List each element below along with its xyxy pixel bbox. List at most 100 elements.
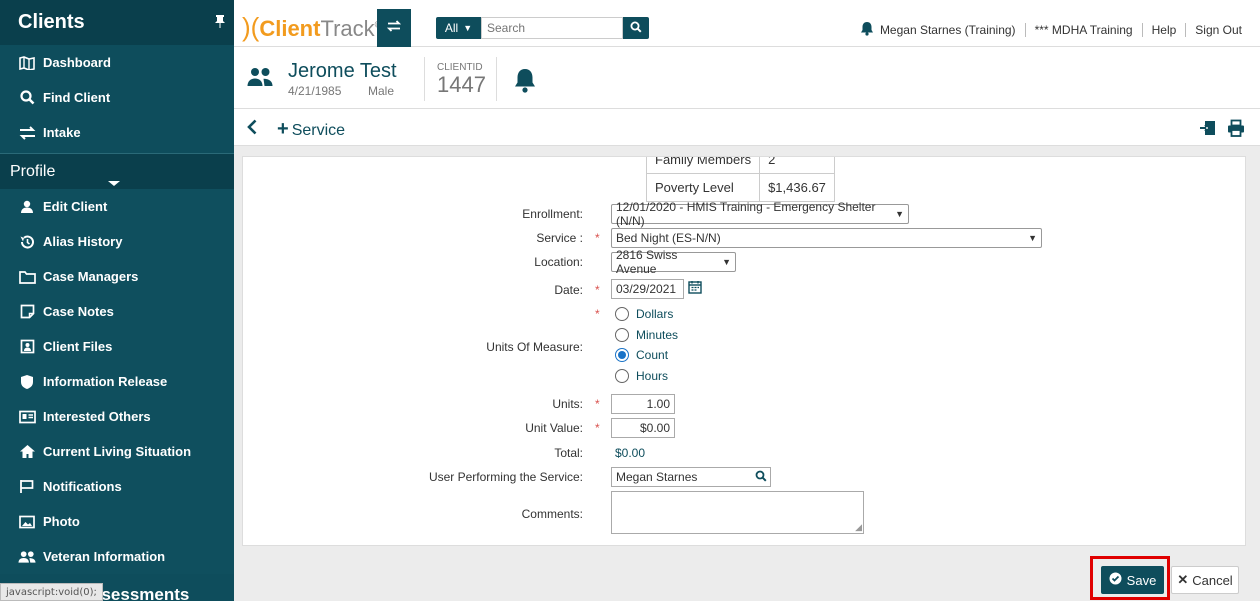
note-icon [18,304,36,320]
sign-out-link[interactable]: Sign Out [1195,23,1242,37]
client-dob: 4/21/1985 [288,84,342,98]
sidebar-item-alias-history[interactable]: Alias History [0,224,234,259]
required-marker: * [595,421,600,435]
sidebar-item-intake[interactable]: Intake [0,115,234,150]
sidebar-item-current-living-situation[interactable]: Current Living Situation [0,434,234,469]
chevron-down-icon: ▼ [722,257,731,267]
table-cell-label: Poverty Level [645,173,761,202]
cancel-button[interactable]: ✕ Cancel [1171,566,1239,594]
sidebar-item-label: Interested Others [43,409,151,424]
org-link[interactable]: *** MDHA Training [1035,23,1133,37]
radio-label: Count [636,348,669,362]
sidebar-item-label: Photo [43,514,80,529]
logo-mark-icon: )( [242,12,260,42]
back-chevron-icon[interactable] [247,119,257,140]
sidebar-item-veteran-information[interactable]: Veteran Information [0,539,234,574]
units-label: Units: [552,397,583,411]
help-link[interactable]: Help [1152,23,1177,37]
sidebar-item-client-files[interactable]: Client Files [0,329,234,364]
client-name[interactable]: Jerome Test [288,60,397,83]
check-circle-icon [1109,572,1122,588]
exchange-icon [18,125,36,141]
required-marker: * [595,397,600,411]
table-row: Poverty Level $1,436.67 [645,173,835,202]
table-cell-value: 2 [759,157,835,174]
service-value: Bed Night (ES-N/N) [616,231,721,245]
units-input[interactable]: 1.00 [611,394,675,414]
sidebar-item-label: Case Notes [43,304,114,319]
user-name-link[interactable]: Megan Starnes (Training) [880,23,1016,37]
chevron-down-icon: ▼ [895,209,904,219]
switch-button[interactable] [377,9,411,47]
divider [1185,23,1187,37]
map-icon [18,55,36,71]
radio-count[interactable]: Count [615,348,668,362]
calendar-icon[interactable] [688,280,702,297]
people-icon [247,67,273,90]
sidebar-item-dashboard[interactable]: Dashboard [0,45,234,80]
sidebar-item-photo[interactable]: Photo [0,504,234,539]
comments-textarea[interactable]: ◢ [611,491,864,534]
service-label: Service : [536,231,583,245]
sidebar-item-label: Current Living Situation [43,444,192,459]
flag-icon [18,479,36,495]
service-form-panel: Family Members 2 Poverty Level $1,436.67… [242,156,1246,546]
cancel-label: Cancel [1192,572,1233,588]
sidebar-item-find-client[interactable]: Find Client [0,80,234,115]
sidebar-item-case-notes[interactable]: Case Notes [0,294,234,329]
resize-handle-icon[interactable]: ◢ [855,522,862,533]
table-row: Family Members 2 [645,157,835,174]
sidebar-item-information-release[interactable]: Information Release [0,364,234,399]
save-label: Save [1126,572,1157,588]
search-button[interactable] [623,17,649,39]
location-select[interactable]: 2816 Swiss Avenue ▼ [611,248,736,276]
sidebar-profile-header[interactable]: Profile [0,153,234,189]
total-label: Total: [554,446,583,460]
sidebar-item-notifications[interactable]: Notifications [0,469,234,504]
sidebar-item-assessments-partial[interactable]: ssessments [92,585,189,601]
export-icon[interactable] [1199,119,1217,140]
unit-value-input[interactable]: $0.00 [611,418,675,438]
radio-dollars[interactable]: Dollars [615,307,673,321]
user-performing-input[interactable]: Megan Starnes [611,467,771,487]
radio-minutes[interactable]: Minutes [615,328,678,342]
plus-icon: + [277,118,289,140]
sidebar-item-label: Intake [43,125,81,140]
radio-circle [615,307,629,321]
radio-circle [615,328,629,342]
radio-label: Dollars [636,307,674,321]
chevron-down-icon: ▼ [463,23,473,33]
search-icon[interactable] [755,470,767,485]
close-icon: ✕ [1177,572,1189,587]
sidebar-item-case-managers[interactable]: Case Managers [0,259,234,294]
print-icon[interactable] [1227,119,1245,140]
search-icon [630,21,642,36]
unit-value-label: Unit Value: [525,421,583,435]
enrollment-select[interactable]: 12/01/2020 - HMIS Training - Emergency S… [611,200,909,228]
search-input[interactable] [481,17,623,39]
exchange-icon [386,19,402,37]
bell-icon[interactable] [513,67,537,96]
service-select[interactable]: Bed Night (ES-N/N) ▼ [611,228,1042,248]
browser-status-bar: javascript:void(0); [0,583,103,601]
pin-icon[interactable] [214,14,226,31]
user-icon [18,199,36,215]
folder-icon [18,269,36,285]
sidebar-item-label: Dashboard [43,55,111,70]
file-icon [18,339,36,355]
profile-label: Profile [10,162,56,180]
enrollment-label: Enrollment: [522,207,583,221]
divider [1024,23,1026,37]
sidebar-item-interested-others[interactable]: Interested Others [0,399,234,434]
date-input[interactable]: 03/29/2021 [611,279,684,299]
page-title-text: Service [291,122,346,139]
sidebar-item-edit-client[interactable]: Edit Client [0,189,234,224]
sidebar-item-label: Information Release [43,374,168,389]
bell-icon[interactable] [860,21,874,39]
search-scope-select[interactable]: All ▼ [436,17,481,39]
radio-hours[interactable]: Hours [615,369,668,383]
clienttrack-logo[interactable]: )(ClientTrack® [242,12,381,43]
logo-text-track: Track [320,16,375,41]
save-button[interactable]: Save [1101,566,1164,594]
sidebar-item-label: Case Managers [43,269,139,284]
